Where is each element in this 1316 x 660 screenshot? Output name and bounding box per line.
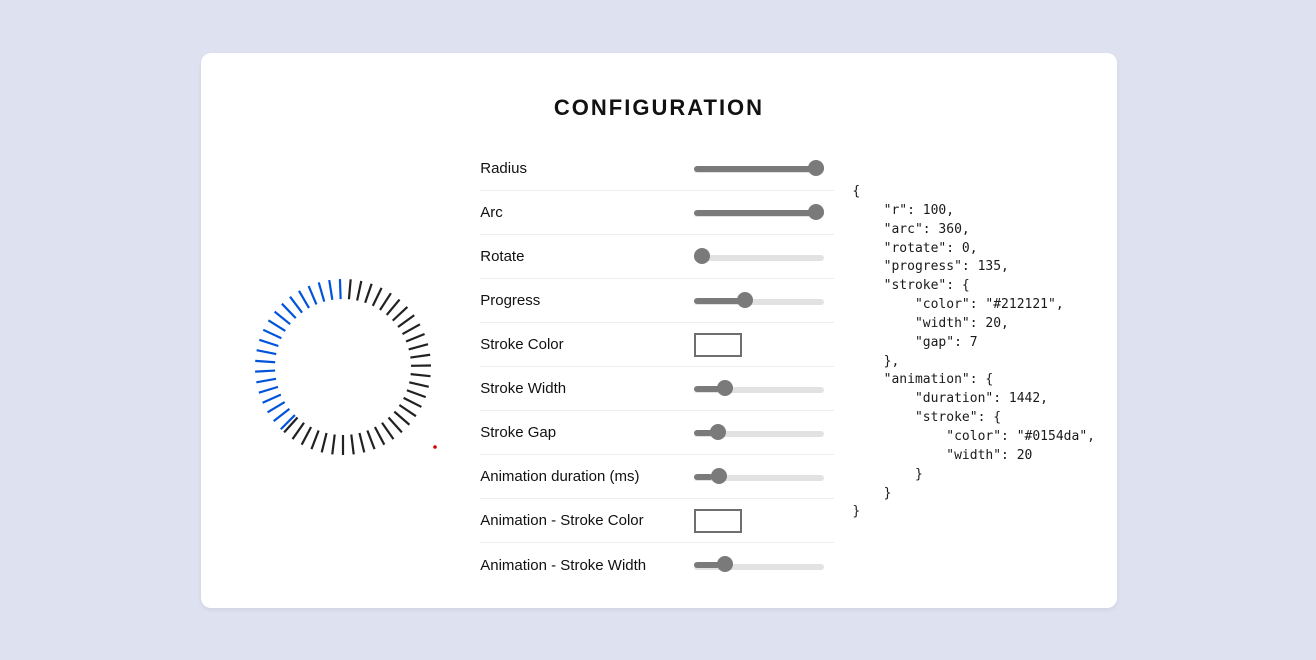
row-stroke-color: Stroke Color: [480, 323, 834, 367]
preview-pane: [223, 147, 462, 587]
slider-stroke-width[interactable]: [694, 380, 824, 397]
slider-radius[interactable]: [694, 160, 824, 177]
card-body: Radius Arc Rotate Progress Stroke Color …: [201, 147, 1117, 609]
label-stroke-color: Stroke Color: [480, 336, 563, 353]
row-rotate: Rotate: [480, 235, 834, 279]
slider-stroke-gap[interactable]: [694, 424, 824, 441]
controls-pane: Radius Arc Rotate Progress Stroke Color …: [480, 147, 834, 587]
row-radius: Radius: [480, 147, 834, 191]
row-anim-color: Animation - Stroke Color: [480, 499, 834, 543]
slider-arc[interactable]: [694, 204, 824, 221]
label-anim-duration: Animation duration (ms): [480, 468, 639, 485]
label-arc: Arc: [480, 204, 503, 221]
slider-rotate[interactable]: [694, 248, 824, 265]
label-rotate: Rotate: [480, 248, 524, 265]
slider-anim-width[interactable]: [694, 557, 824, 574]
row-anim-width: Animation - Stroke Width: [480, 543, 834, 587]
row-stroke-gap: Stroke Gap: [480, 411, 834, 455]
slider-progress[interactable]: [694, 292, 824, 309]
label-stroke-width: Stroke Width: [480, 380, 566, 397]
label-anim-width: Animation - Stroke Width: [480, 557, 646, 574]
label-progress: Progress: [480, 292, 540, 309]
label-radius: Radius: [480, 160, 527, 177]
label-anim-color: Animation - Stroke Color: [480, 512, 643, 529]
config-card: CONFIGURATION Radius Arc Rotate Progress: [201, 53, 1117, 608]
json-output: { "r": 100, "arc": 360, "rotate": 0, "pr…: [852, 147, 1095, 587]
slider-anim-duration[interactable]: [694, 468, 824, 485]
page-title: CONFIGURATION: [201, 95, 1117, 121]
row-stroke-width: Stroke Width: [480, 367, 834, 411]
row-progress: Progress: [480, 279, 834, 323]
color-anim[interactable]: [694, 509, 742, 533]
color-stroke[interactable]: [694, 333, 742, 357]
row-anim-duration: Animation duration (ms): [480, 455, 834, 499]
row-arc: Arc: [480, 191, 834, 235]
label-stroke-gap: Stroke Gap: [480, 424, 556, 441]
arc-preview: [233, 257, 453, 477]
